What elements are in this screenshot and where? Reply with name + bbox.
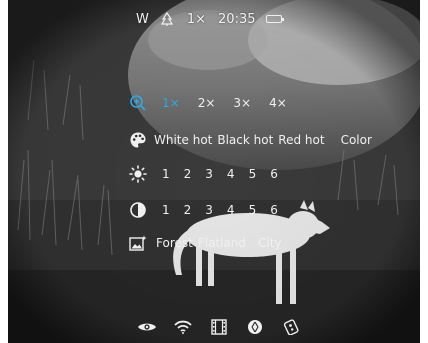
shutter-icon[interactable] [244,319,266,335]
scene-flatland[interactable]: Flatland [198,236,246,250]
menu-row-palette: White hot Black hot Red hot Color [128,131,372,149]
eye-icon[interactable] [136,321,158,333]
contrast-level-1[interactable]: 1 [162,203,170,217]
film-icon[interactable] [208,319,230,335]
palette-black-hot[interactable]: Black hot [217,133,273,147]
remote-icon[interactable] [280,319,302,335]
zoom-option-3x[interactable]: 3× [233,96,251,110]
menu-row-scene: Forest Flatland City [128,235,282,251]
zoom-option-1x[interactable]: 1× [162,96,180,110]
menu-row-brightness: 1 2 3 4 5 6 [128,165,278,183]
mode-indicator: W [136,11,149,27]
bottom-toolbar [136,318,302,336]
zoom-option-4x[interactable]: 4× [269,96,287,110]
device-screen: W 1× 20:35 1× 2× 3× 4× White hot Black h… [0,0,428,343]
brightness-level-1[interactable]: 1 [162,167,170,181]
battery-icon [265,15,284,23]
wifi-icon[interactable] [172,320,194,334]
scene-city[interactable]: City [258,236,282,250]
menu-row-zoom: 1× 2× 3× 4× [128,94,287,112]
brightness-level-3[interactable]: 3 [205,167,213,181]
menu-row-contrast: 1 2 3 4 5 6 [128,201,278,219]
contrast-level-3[interactable]: 3 [205,203,213,217]
zoom-in-icon [128,94,148,112]
brightness-level-2[interactable]: 2 [184,167,192,181]
palette-icon [128,131,148,149]
palette-red-hot[interactable]: Red hot [278,133,324,147]
status-bar: W 1× 20:35 [136,10,284,28]
clock: 20:35 [218,11,256,27]
brightness-icon [128,165,148,183]
scene-mode-icon [128,235,148,251]
contrast-level-5[interactable]: 5 [249,203,257,217]
brightness-level-4[interactable]: 4 [227,167,235,181]
zoom-option-2x[interactable]: 2× [198,96,216,110]
brightness-level-5[interactable]: 5 [249,167,257,181]
contrast-icon [128,201,148,219]
forest-mode-icon [159,12,175,26]
contrast-level-2[interactable]: 2 [184,203,192,217]
scene-forest[interactable]: Forest [156,236,193,250]
contrast-level-4[interactable]: 4 [227,203,235,217]
contrast-level-6[interactable]: 6 [270,203,278,217]
palette-white-hot[interactable]: White hot [154,133,212,147]
zoom-indicator: 1× [186,11,207,27]
brightness-level-6[interactable]: 6 [270,167,278,181]
palette-color[interactable]: Color [341,133,372,147]
